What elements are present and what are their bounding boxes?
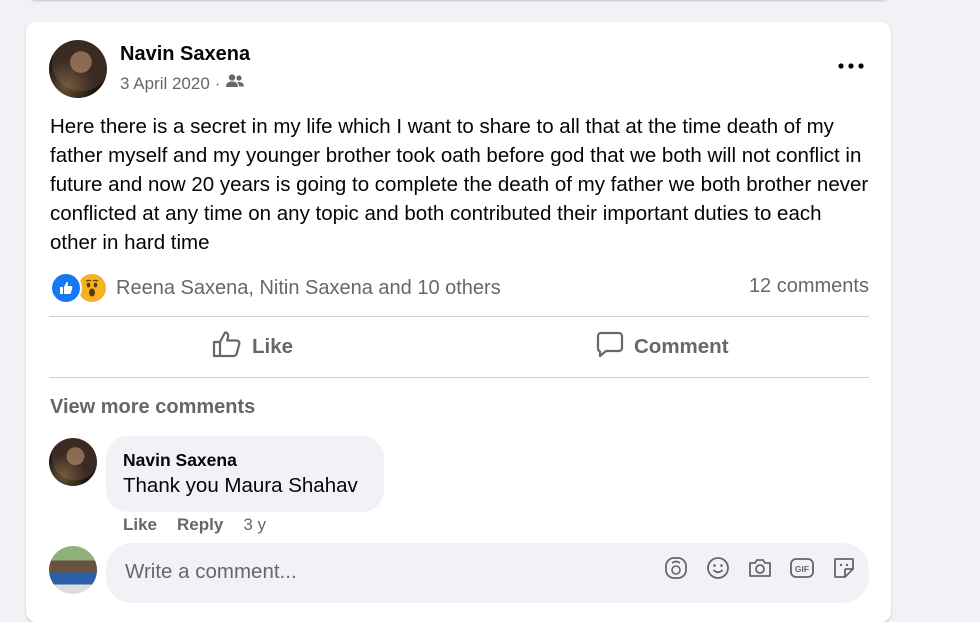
comment-bubble: Navin Saxena Thank you Maura Shahav xyxy=(106,436,384,512)
comment-text: Thank you Maura Shahav xyxy=(123,474,358,497)
author-avatar[interactable] xyxy=(49,40,107,98)
comment-time[interactable]: 3 y xyxy=(243,515,266,535)
view-more-comments-link[interactable]: View more comments xyxy=(50,396,255,419)
comment-reply-link[interactable]: Reply xyxy=(177,515,223,535)
friends-icon[interactable] xyxy=(225,73,245,94)
post-text: Here there is a secret in my life which … xyxy=(50,115,869,254)
like-button-label: Like xyxy=(252,335,294,358)
avatar-sticker-icon[interactable] xyxy=(663,555,689,581)
more-options-icon[interactable] xyxy=(833,52,869,80)
post-card: Navin Saxena 3 April 2020 · Here there i… xyxy=(26,22,891,622)
gif-icon[interactable]: GIF xyxy=(789,555,815,581)
post-meta: 3 April 2020 · xyxy=(120,73,245,94)
composer-tools: GIF xyxy=(663,555,857,581)
comment-author-avatar[interactable] xyxy=(49,438,97,486)
post-date[interactable]: 3 April 2020 xyxy=(120,74,210,94)
comment-button-label: Comment xyxy=(634,335,729,358)
current-user-avatar[interactable] xyxy=(49,546,97,594)
comments-count[interactable]: 12 comments xyxy=(749,275,869,298)
comment-input[interactable] xyxy=(123,555,647,589)
emoji-icon[interactable] xyxy=(705,555,731,581)
reaction-names[interactable]: Reena Saxena, Nitin Saxena and 10 others xyxy=(116,277,501,300)
comment-bubble-icon xyxy=(596,330,624,364)
post-author-name[interactable]: Navin Saxena xyxy=(120,43,250,66)
comment-actions: Like Reply 3 y xyxy=(123,515,266,535)
like-button[interactable]: Like xyxy=(212,322,293,372)
reactions-summary[interactable]: Reena Saxena, Nitin Saxena and 10 others xyxy=(50,272,501,304)
like-reaction-icon xyxy=(50,272,82,304)
meta-separator: · xyxy=(214,73,221,93)
divider-bottom xyxy=(49,377,869,378)
svg-text:GIF: GIF xyxy=(795,564,809,574)
camera-icon[interactable] xyxy=(747,555,773,581)
comment-button[interactable]: Comment xyxy=(596,322,729,372)
thumbs-up-icon xyxy=(212,330,242,364)
comment-like-link[interactable]: Like xyxy=(123,515,157,535)
sticker-icon[interactable] xyxy=(831,555,857,581)
comment-composer[interactable]: GIF xyxy=(106,543,869,603)
comment-author-name[interactable]: Navin Saxena xyxy=(123,450,237,471)
divider-top xyxy=(49,316,869,317)
